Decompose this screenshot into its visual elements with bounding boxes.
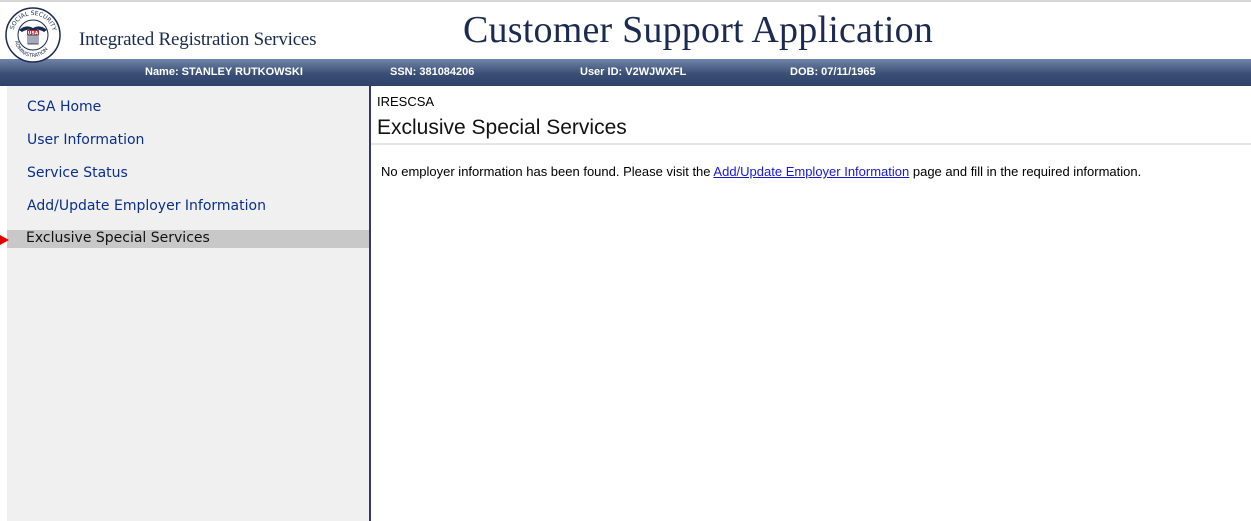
user-info-bar: Name: STANLEY RUTKOWSKI SSN: 381084206 U… [0,59,1251,86]
app-title: Customer Support Application [463,9,934,51]
user-id: User ID: V2WJWXFL [580,66,687,78]
user-dob: DOB: 07/11/1965 [790,66,876,78]
sidebar-item-label: User Information [27,132,145,148]
sidebar-item-service-status[interactable]: Service Status [7,163,369,183]
header: SOCIAL SECURITY ADMINISTRATION USA Integ… [0,2,1251,63]
sidebar-item-exclusive-special-services[interactable]: Exclusive Special Services [7,230,369,248]
page-title: Exclusive Special Services [377,116,627,139]
add-update-employer-information-link[interactable]: Add/Update Employer Information [713,164,909,179]
employer-info-message: No employer information has been found. … [381,164,1141,179]
sidebar-item-add-update-employer-information[interactable]: Add/Update Employer Information [7,196,369,216]
message-text-before: No employer information has been found. … [381,164,714,179]
title-divider [371,143,1251,145]
ssa-seal-logo-icon: SOCIAL SECURITY ADMINISTRATION USA [5,7,61,63]
module-code: IRESCSA [377,94,435,109]
active-item-arrow-icon [0,235,9,245]
user-name: Name: STANLEY RUTKOWSKI [145,66,303,78]
brand-name: Integrated Registration Services [79,29,317,50]
message-text-after: page and fill in the required informatio… [909,164,1142,179]
sidebar-item-user-information[interactable]: User Information [7,130,369,150]
sidebar-nav: CSA Home User Information Service Status… [7,86,369,521]
sidebar-item-csa-home[interactable]: CSA Home [7,97,369,117]
sidebar-item-label: Add/Update Employer Information [27,198,266,214]
sidebar-item-label: Service Status [27,165,128,181]
sidebar-item-label: CSA Home [27,99,102,115]
sidebar-item-label: Exclusive Special Services [26,230,210,246]
content-left-border [369,86,371,521]
user-ssn: SSN: 381084206 [390,66,475,78]
